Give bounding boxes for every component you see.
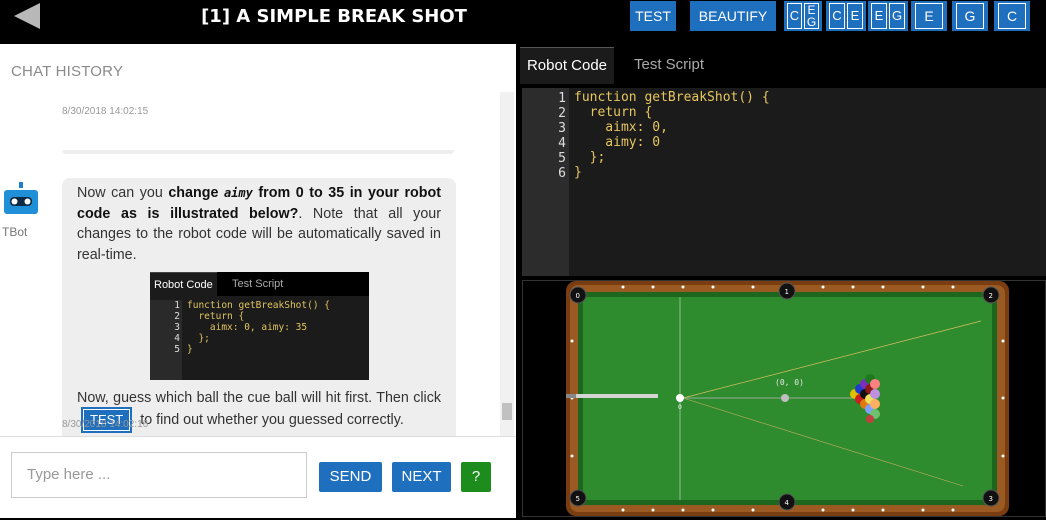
illustration-code: 1 2 3 4 5 function getBreakShot() { retu… [150, 300, 369, 380]
note-label: G [956, 3, 984, 29]
illustration-tab-test-script: Test Script [232, 278, 284, 290]
message-timestamp: 8/30/2018 14:02:15 [62, 106, 149, 117]
code-line: return { [574, 105, 653, 120]
code-line: return { [187, 311, 245, 322]
chord-note: G [806, 15, 817, 29]
editor-gutter: 1 2 3 4 5 6 [522, 88, 569, 276]
code-line: aimx: 0, aimy: 35 [187, 322, 308, 333]
note-g-button[interactable]: G [952, 1, 988, 31]
code-editor[interactable]: 1 2 3 4 5 6 function getBreakShot() { re… [522, 88, 1046, 276]
ball-15 [866, 415, 874, 423]
line-number: 4 [174, 333, 180, 344]
chord-ceg-button[interactable]: C E G [784, 1, 822, 31]
tab-robot-code[interactable]: Robot Code [520, 47, 614, 84]
cue-ball [676, 394, 684, 402]
chat-scrollbar[interactable] [500, 92, 514, 436]
illustration-tab-robot-code: Robot Code [150, 272, 217, 297]
chord-note: G [889, 3, 905, 29]
pocket-4-label: 4 [785, 499, 790, 507]
message-bold-segment: change [168, 185, 224, 201]
cue-stick-butt [566, 394, 576, 398]
note-label: C [998, 3, 1026, 29]
test-button[interactable]: TEST [630, 1, 676, 31]
cue-stick [566, 394, 658, 398]
pocket-1-label: 1 [785, 288, 789, 296]
bot-name: TBot [2, 225, 28, 239]
illustration-code-text: function getBreakShot() { return { aimx:… [187, 300, 330, 355]
chat-input[interactable]: Type here ... [11, 452, 307, 498]
ball-12 [870, 389, 880, 399]
line-number: 1 [174, 300, 180, 311]
next-button[interactable]: NEXT [392, 462, 451, 492]
message-text: Now can you change aimy from 0 to 35 in … [77, 183, 441, 265]
illustration-tabs: Robot Code Test Script [150, 272, 369, 297]
illustration-code-image: Robot Code Test Script 1 2 3 4 5 functio… [150, 272, 369, 380]
chord-note: E [847, 3, 863, 29]
previous-message-bubble [62, 150, 454, 154]
code-line: } [187, 344, 193, 355]
message-bubble: Now can you change aimy from 0 to 35 in … [62, 178, 456, 436]
table-center-spot [781, 394, 789, 402]
code-line: function getBreakShot() { [187, 300, 330, 311]
line-number: 1 [558, 91, 566, 106]
chord-note: C [787, 3, 802, 29]
pocket-5-label: 5 [576, 495, 580, 503]
send-button[interactable]: SEND [319, 462, 382, 492]
pool-table-view[interactable]: (0, 0) 0 0 1 2 3 4 5 [522, 280, 1046, 517]
code-line: }; [187, 333, 210, 344]
chord-note: C [829, 3, 845, 29]
page-title: [1] A SIMPLE BREAK SHOT [201, 6, 467, 27]
illustration-gutter: 1 2 3 4 5 [150, 300, 182, 380]
chat-panel: CHAT HISTORY 8/30/2018 14:02:15 TBot Now… [0, 44, 516, 518]
line-number: 2 [558, 106, 566, 121]
chord-note-stack: E G [804, 3, 819, 29]
chord-ce-button[interactable]: C E [826, 1, 866, 31]
pocket-2-label: 2 [989, 292, 993, 300]
code-line: }; [574, 150, 606, 165]
message-timestamp: 8/30/2018 14:02:16 [62, 419, 149, 430]
inline-code: aimy [223, 186, 253, 200]
chat-scrollbar-thumb[interactable] [502, 403, 512, 420]
note-e-button[interactable]: E [911, 1, 947, 31]
origin-label: (0, 0) [775, 378, 804, 387]
message-text-segment: Now can you [77, 185, 169, 201]
code-line: } [574, 165, 582, 180]
line-number: 5 [174, 344, 180, 355]
chat-history-list[interactable]: 8/30/2018 14:02:15 TBot Now can you chan… [0, 92, 514, 436]
line-number: 3 [174, 322, 180, 333]
code-line: function getBreakShot() { [574, 90, 770, 105]
tab-test-script[interactable]: Test Script [634, 47, 704, 83]
chat-input-row: Type here ... SEND NEXT ? [0, 436, 516, 518]
line-number: 2 [174, 311, 180, 322]
editor-code[interactable]: function getBreakShot() { return { aimx:… [574, 90, 770, 180]
help-button[interactable]: ? [461, 462, 491, 492]
ball-11 [870, 379, 880, 389]
pool-table: (0, 0) 0 0 1 2 3 4 5 [566, 281, 1009, 516]
line-number: 4 [558, 136, 566, 151]
code-line: aimy: 0 [574, 135, 661, 150]
line-number: 5 [558, 151, 566, 166]
chat-history-title: CHAT HISTORY [11, 63, 124, 80]
robot-avatar-icon [4, 182, 38, 214]
code-line: aimx: 0, [574, 120, 668, 135]
note-c-button[interactable]: C [994, 1, 1030, 31]
message-text-segment: to find out whether you guessed correctl… [140, 411, 404, 428]
chord-eg-button[interactable]: E G [868, 1, 908, 31]
workspace-panel: Robot Code Test Script 1 2 3 4 5 6 funct… [516, 44, 1046, 517]
line-number: 6 [558, 166, 566, 181]
top-bar: [1] A SIMPLE BREAK SHOT TEST BEAUTIFY C … [0, 0, 1046, 44]
chord-note: E [871, 3, 887, 29]
ball-13 [870, 399, 880, 409]
note-label: E [915, 3, 943, 29]
line-number: 3 [558, 121, 566, 136]
beautify-button[interactable]: BEAUTIFY [690, 1, 776, 31]
cue-ball-label: 0 [678, 404, 682, 411]
pocket-0-label: 0 [576, 292, 580, 300]
message-text-segment: Now, guess which ball the cue ball will … [77, 390, 441, 406]
pocket-3-label: 3 [989, 495, 993, 503]
